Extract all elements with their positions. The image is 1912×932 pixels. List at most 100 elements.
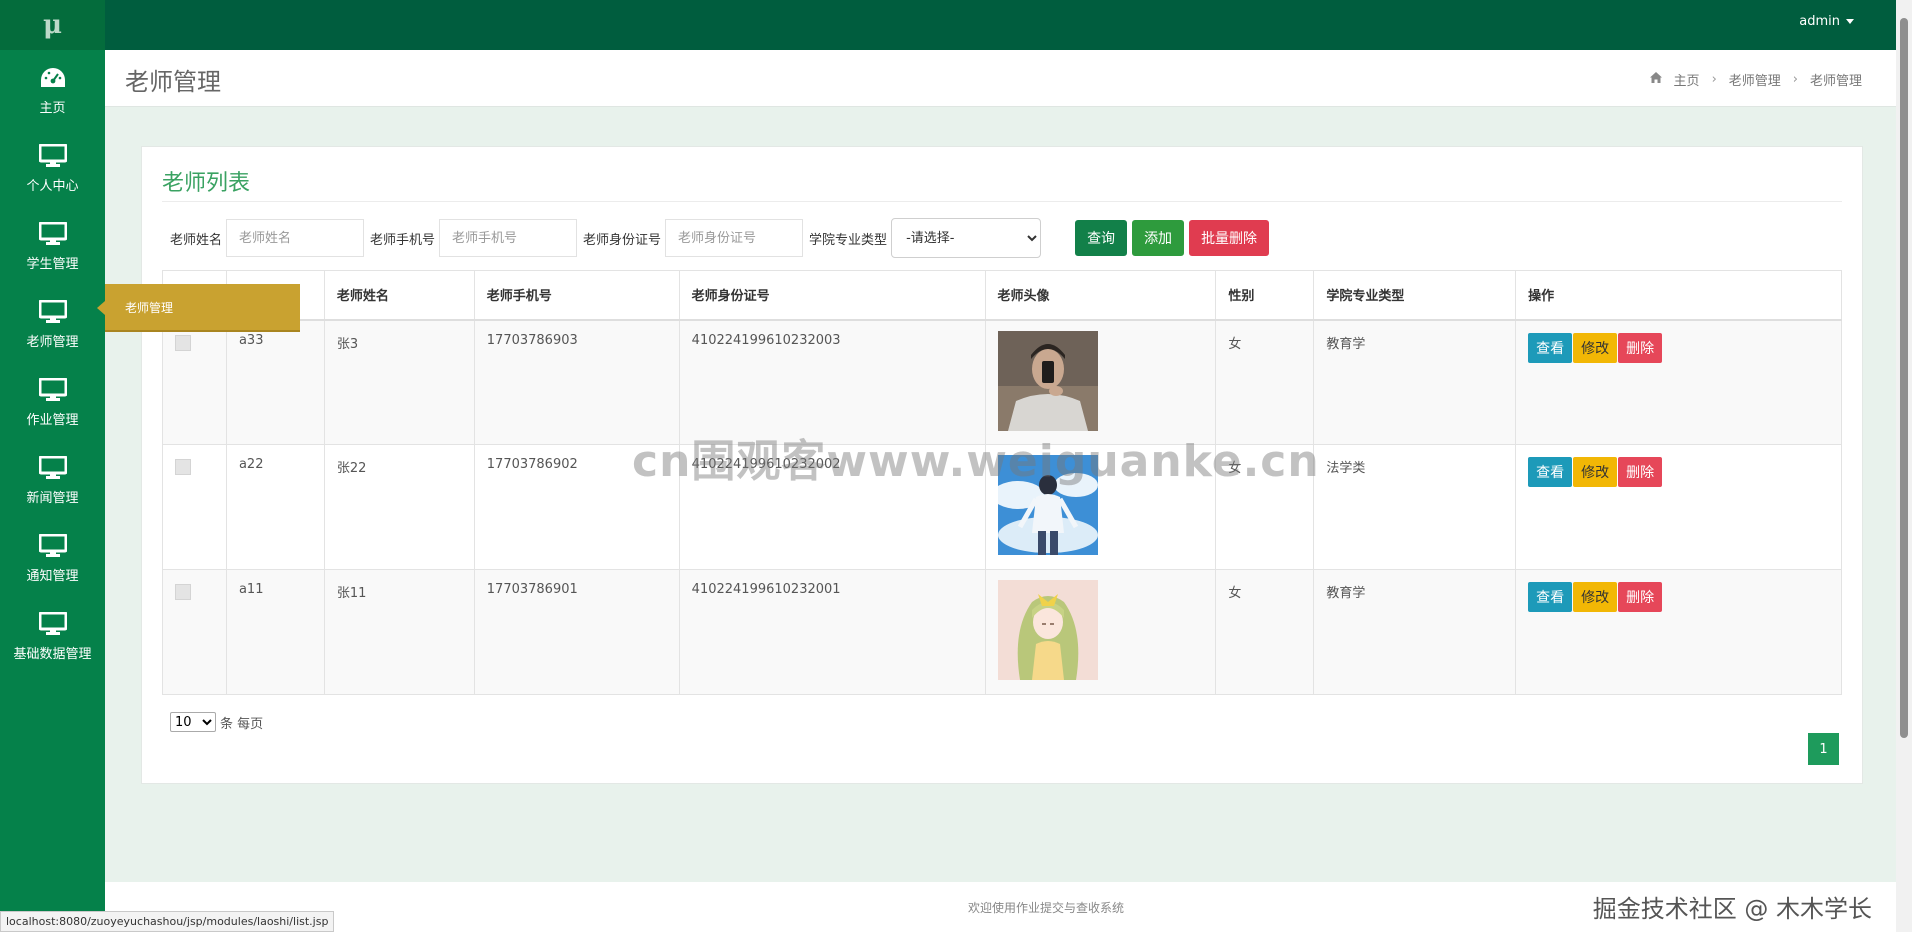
monitor-icon — [38, 531, 68, 561]
user-menu[interactable]: admin — [1799, 14, 1854, 29]
sidebar-item-homework[interactable]: 作业管理 — [0, 362, 105, 440]
actions-cell: 查看 修改 删除 — [1515, 319, 1842, 445]
edit-button[interactable]: 修改 — [1573, 332, 1618, 363]
avatar-cell — [984, 319, 1217, 445]
page-button-current[interactable]: 1 — [1808, 733, 1839, 765]
sidebar-item-basic-data[interactable]: 基础数据管理 — [0, 596, 105, 674]
major-cell: 教育学 — [1313, 319, 1517, 445]
avatar-anime-sky-icon[interactable] — [991, 455, 1098, 555]
corner-watermark: 掘金技术社区 @ 木木学长 — [1592, 895, 1872, 923]
add-button[interactable]: 添加 — [1132, 220, 1185, 256]
phone-search-input[interactable] — [439, 219, 578, 257]
sidebar-item-home[interactable]: 主页 — [0, 50, 105, 128]
scrollbar-thumb[interactable] — [1900, 18, 1908, 738]
monitor-icon — [38, 219, 68, 249]
page-size-select[interactable]: 10 — [170, 712, 216, 732]
batch-delete-button[interactable]: 批量删除 — [1189, 220, 1270, 256]
sidebar-item-notices[interactable]: 通知管理 — [0, 518, 105, 596]
page-scrollbar[interactable] — [1896, 0, 1912, 932]
query-button[interactable]: 查询 — [1075, 220, 1128, 256]
page-size-suffix: 条 每页 — [220, 716, 264, 732]
actions-cell: 查看 修改 删除 — [1515, 569, 1842, 695]
row-checkbox[interactable] — [175, 584, 191, 600]
sidebar-item-label: 新闻管理 — [26, 490, 79, 506]
column-header: 老师姓名 — [323, 270, 475, 321]
major-select[interactable]: -请选择- — [891, 218, 1042, 258]
view-button[interactable]: 查看 — [1528, 457, 1573, 487]
select-cell — [162, 319, 227, 445]
topbar: admin — [105, 0, 1896, 50]
chevron-right-icon: › — [1711, 72, 1717, 87]
select-cell — [162, 569, 227, 695]
sidebar-item-label: 主页 — [39, 100, 66, 116]
edit-button[interactable]: 修改 — [1573, 457, 1618, 487]
row-checkbox[interactable] — [175, 334, 191, 351]
sidebar-item-students[interactable]: 学生管理 — [0, 206, 105, 284]
gender-cell: 女 — [1215, 569, 1315, 695]
sidebar-item-label: 老师管理 — [26, 334, 79, 350]
idcard-cell: 410224199610232002 — [678, 444, 986, 570]
column-header: 老师头像 — [984, 270, 1217, 321]
username: admin — [1799, 14, 1840, 29]
logo[interactable]: μ — [0, 0, 105, 50]
name-cell: 张22 — [323, 444, 475, 570]
panel-title: 老师列表 — [162, 171, 251, 196]
avatar-anime-girl-icon[interactable] — [997, 580, 1098, 680]
table-row: a33 张3 17703786903 410224199610232003 女 … — [162, 319, 1842, 445]
table-row: a22 张22 17703786902 410224199610232002 女… — [162, 444, 1842, 570]
breadcrumb-section[interactable]: 老师管理 — [1729, 70, 1781, 89]
breadcrumb-home[interactable]: 主页 — [1674, 70, 1700, 89]
column-header: 性别 — [1215, 270, 1315, 321]
footer: 欢迎使用作业提交与查收系统 掘金技术社区 @ 木木学长 — [105, 882, 1896, 932]
sidebar-item-label: 作业管理 — [26, 412, 79, 428]
monitor-icon — [38, 453, 68, 483]
avatar-photo-icon[interactable] — [997, 330, 1098, 431]
sidebar-item-teachers[interactable]: 老师管理 — [0, 284, 105, 362]
sidebar-item-label: 通知管理 — [26, 568, 79, 584]
page-header: 老师管理 主页 › 老师管理 › 老师管理 — [105, 50, 1896, 107]
edit-button[interactable]: 修改 — [1573, 582, 1618, 612]
table-row: a11 张11 17703786901 410224199610232001 女… — [162, 569, 1842, 695]
teacher-list-panel: 老师列表 老师姓名 老师手机号 老师身份证号 学院专业类型 -请选择- 查询 添… — [141, 146, 1863, 784]
phone-cell: 17703786903 — [473, 319, 680, 445]
gender-cell: 女 — [1215, 319, 1315, 445]
sidebar-item-profile[interactable]: 个人中心 — [0, 128, 105, 206]
phone-cell: 17703786902 — [473, 444, 680, 570]
monitor-icon — [38, 297, 68, 327]
view-button[interactable]: 查看 — [1528, 332, 1573, 363]
sidebar-item-label: 个人中心 — [26, 178, 79, 194]
view-button[interactable]: 查看 — [1528, 582, 1573, 612]
delete-button[interactable]: 删除 — [1618, 457, 1663, 487]
teacher-table: 老师姓名 老师手机号 老师身份证号 老师头像 性别 学院专业类型 操作 a33 … — [162, 270, 1842, 695]
name-cell: 张3 — [323, 319, 475, 445]
caret-down-icon — [1846, 19, 1854, 24]
column-header: 老师手机号 — [473, 270, 680, 321]
row-checkbox[interactable] — [175, 459, 191, 475]
name-label: 老师姓名 — [170, 232, 223, 248]
column-header: 学院专业类型 — [1313, 270, 1517, 321]
delete-button[interactable]: 删除 — [1618, 332, 1663, 363]
gender-cell: 女 — [1215, 444, 1315, 570]
name-cell: 张11 — [323, 569, 475, 695]
idcard-cell: 410224199610232003 — [678, 319, 986, 445]
sidebar-item-label: 学生管理 — [26, 256, 79, 272]
page-title: 老师管理 — [125, 68, 221, 96]
sidebar-tooltip: 老师管理 — [97, 284, 300, 332]
column-header: 操作 — [1515, 270, 1842, 321]
monitor-icon — [38, 375, 68, 405]
name-search-input[interactable] — [226, 219, 365, 257]
sidebar-item-news[interactable]: 新闻管理 — [0, 440, 105, 518]
select-cell — [162, 444, 227, 570]
chevron-right-icon: › — [1792, 72, 1798, 87]
phone-label: 老师手机号 — [370, 232, 436, 248]
table-header-row: 老师姓名 老师手机号 老师身份证号 老师头像 性别 学院专业类型 操作 — [162, 270, 1842, 321]
avatar-cell — [984, 444, 1217, 570]
idcard-search-input[interactable] — [665, 219, 804, 257]
idcard-label: 老师身份证号 — [583, 232, 662, 248]
major-cell: 教育学 — [1313, 569, 1517, 695]
page-size-control: 10 条 每页 — [170, 712, 263, 732]
breadcrumb-current: 老师管理 — [1809, 74, 1862, 89]
account-cell: a33 — [225, 319, 325, 445]
delete-button[interactable]: 删除 — [1618, 582, 1663, 612]
idcard-cell: 410224199610232001 — [678, 569, 986, 695]
